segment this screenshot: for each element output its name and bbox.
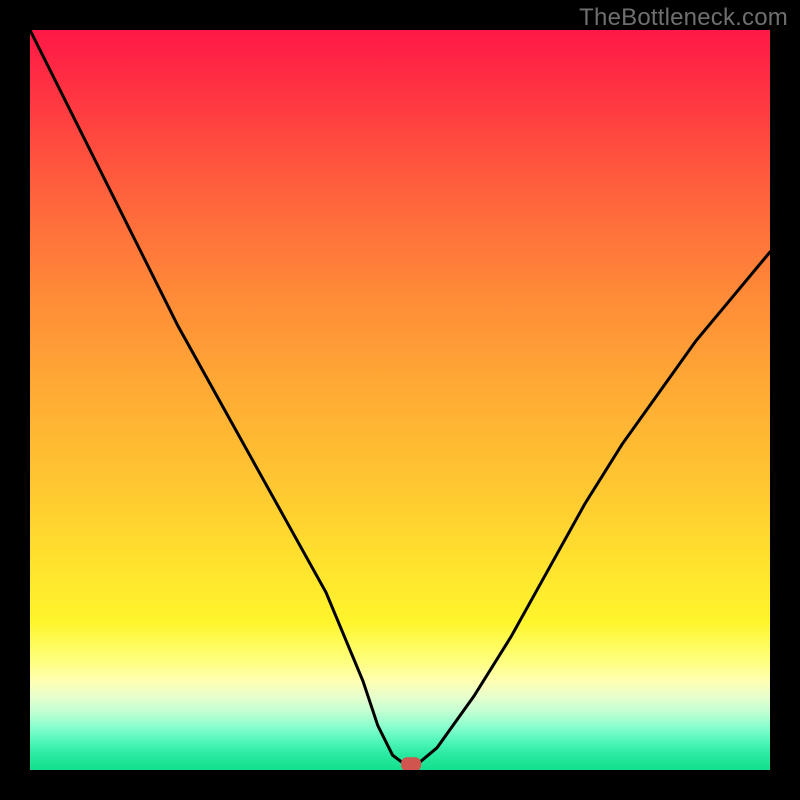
chart-frame: TheBottleneck.com	[0, 0, 800, 800]
bottleneck-curve	[30, 30, 770, 766]
curve-layer	[30, 30, 770, 770]
watermark-text: TheBottleneck.com	[579, 4, 788, 32]
current-point-marker	[401, 757, 421, 770]
plot-area	[30, 30, 770, 770]
